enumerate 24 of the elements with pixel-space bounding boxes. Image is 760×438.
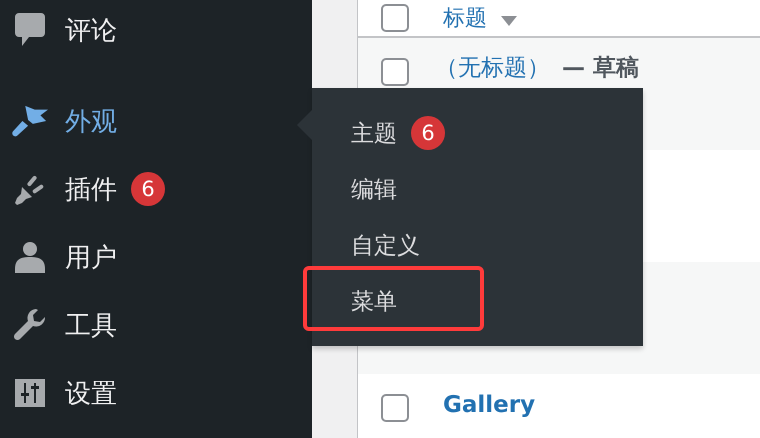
menu-item[interactable]: 用户 (65, 240, 117, 274)
count-badge: 6 (131, 172, 165, 206)
submenu-item[interactable]: 编辑 (351, 174, 397, 204)
user-icon (12, 241, 48, 273)
sliders-icon (12, 379, 48, 407)
post-state: — 草稿 (562, 54, 640, 83)
checkbox[interactable] (381, 394, 409, 422)
wrench-icon (12, 309, 48, 341)
submenu-item[interactable]: 菜单 (351, 286, 397, 316)
menu-item[interactable]: 设置 (65, 376, 117, 410)
comment-icon (12, 13, 48, 47)
post-title-link[interactable]: Gallery (443, 392, 536, 418)
checkbox[interactable] (381, 4, 409, 32)
menu-item[interactable]: 工具 (65, 308, 117, 342)
submenu-item[interactable]: 主题 (351, 118, 397, 148)
menu-item[interactable]: 外观 (65, 104, 117, 138)
menu-item[interactable]: 插件 (65, 172, 117, 206)
column-header[interactable]: 标题 (443, 3, 487, 33)
submenu-item[interactable]: 自定义 (351, 230, 420, 260)
checkbox[interactable] (381, 58, 409, 86)
paintbrush-icon (12, 105, 48, 137)
count-badge: 6 (411, 116, 445, 150)
post-title-link[interactable]: （无标题） (435, 52, 550, 83)
menu-item[interactable]: 评论 (65, 12, 117, 48)
